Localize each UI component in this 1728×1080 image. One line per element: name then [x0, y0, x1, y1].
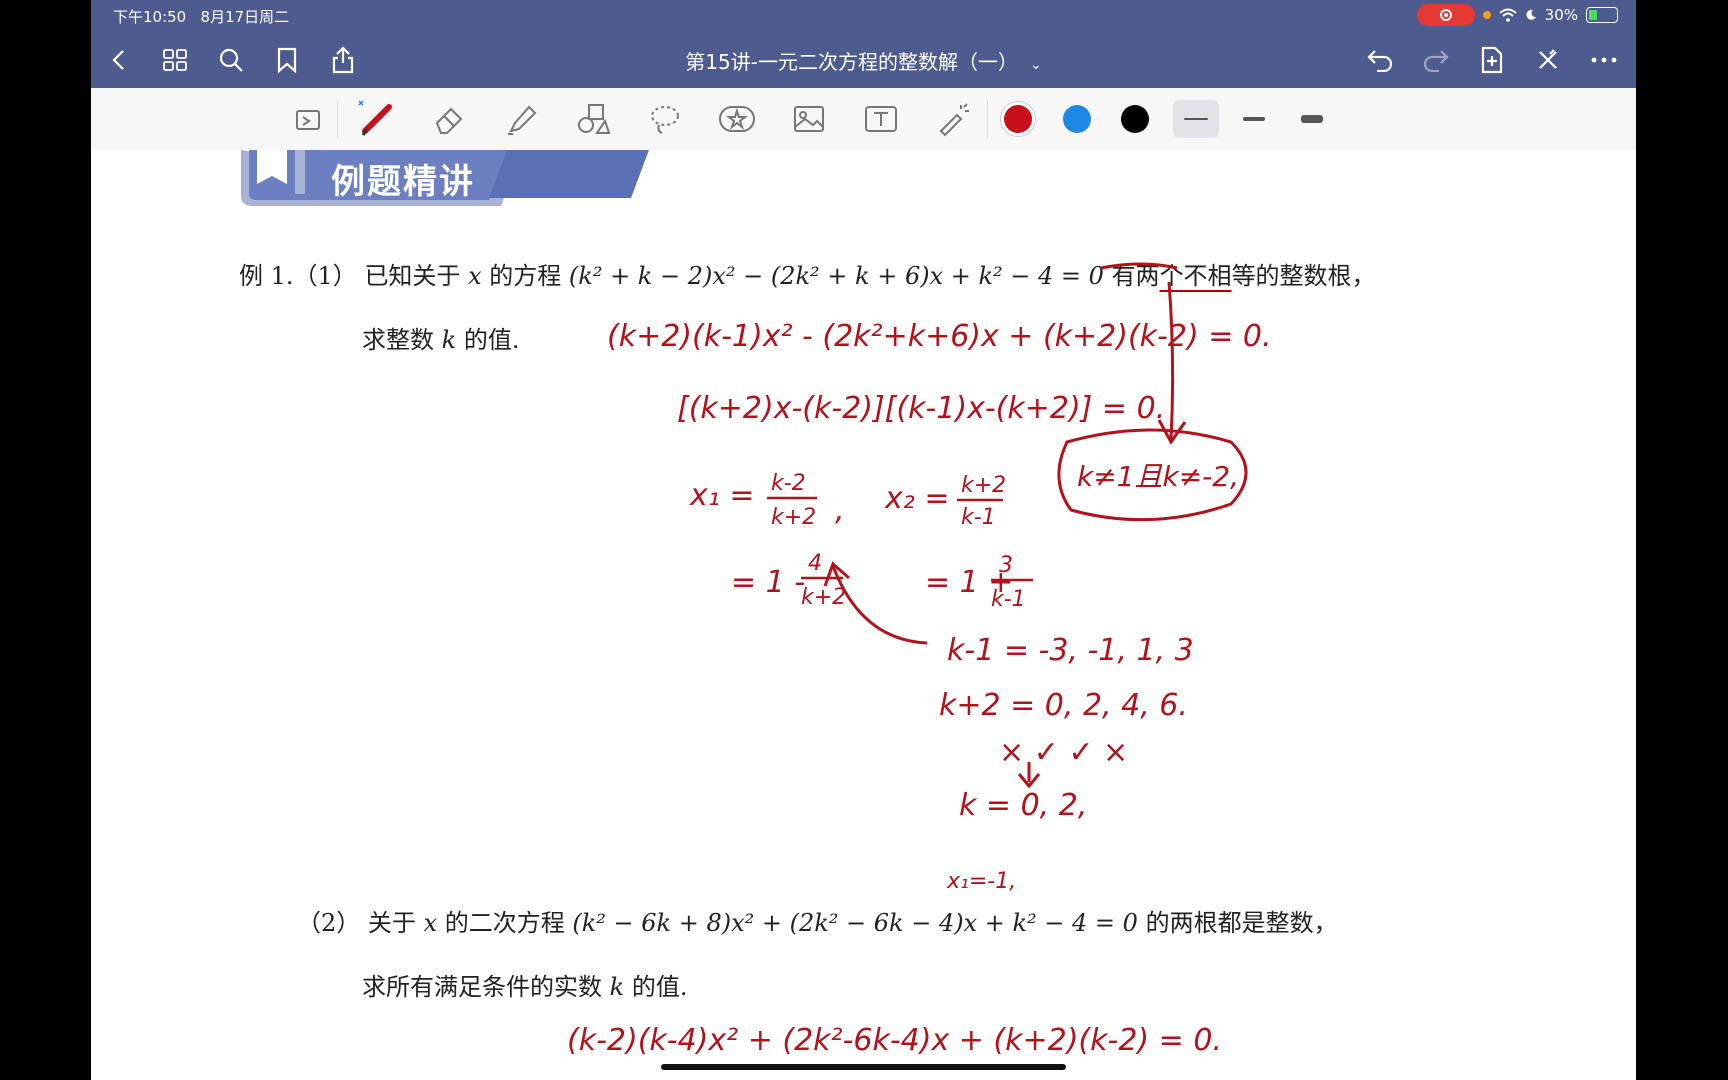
stroke-thick-button[interactable] — [1289, 100, 1335, 138]
moon-icon — [1526, 9, 1536, 20]
stroke-thin-button[interactable] — [1173, 100, 1219, 138]
redo-icon[interactable] — [1420, 44, 1452, 76]
lasso-tool-icon[interactable] — [643, 98, 687, 140]
ink-x2-lhs: x₂ = — [884, 481, 949, 516]
annotation-toolbar — [91, 88, 1636, 151]
stroke-medium-preview — [1243, 117, 1265, 121]
status-indicators: 30% — [1416, 4, 1618, 26]
ink-k-minus-1: k-1 = -3, -1, 1, 3 — [947, 633, 1194, 668]
stroke-thin-preview — [1184, 118, 1208, 120]
ink-q2-line: (k-2)(k-4)x² + (2k²-6k-4)x + (k+2)(k-2) … — [567, 1023, 1222, 1058]
undo-icon[interactable] — [1364, 44, 1396, 76]
wifi-icon — [1498, 8, 1517, 22]
ink-x1-value: x₁=-1, — [946, 869, 1016, 894]
ink-condition-text: k≠1且k≠-2, — [1077, 460, 1239, 493]
screen-recording-indicator[interactable] — [1416, 4, 1475, 26]
status-time: 下午10:50 8月17日周二 — [113, 6, 289, 27]
color-swatch-blue[interactable] — [1063, 105, 1091, 133]
text-tool-icon[interactable] — [859, 98, 903, 140]
stroke-thick-preview — [1301, 115, 1323, 123]
ink-comma: , — [835, 493, 845, 528]
toolbar-divider — [987, 100, 988, 138]
ink-check-marks: × ✓ ✓ × — [999, 735, 1128, 770]
color-swatch-red[interactable] — [1004, 105, 1032, 133]
toolbar-divider — [337, 100, 338, 138]
ink-line-2: [(k+2)x-(k-2)][(k-1)x-(k+2)] = 0. — [677, 391, 1165, 426]
document-title-text: 第15讲-一元二次方程的整数解（一） — [685, 50, 1018, 74]
close-pen-icon[interactable] — [1532, 44, 1564, 76]
ink-k-plus-2: k+2 = 0, 2, 4, 6. — [939, 688, 1188, 723]
shapes-tool-icon[interactable] — [571, 98, 615, 140]
more-icon[interactable] — [1588, 44, 1620, 76]
home-indicator[interactable] — [661, 1064, 1066, 1070]
date: 8月17日周二 — [200, 8, 290, 26]
color-swatch-black[interactable] — [1121, 105, 1149, 133]
ink-x2-rw-denominator: k-1 — [991, 587, 1026, 612]
ink-x2-numerator: k+2 — [961, 473, 1006, 498]
ink-underline-stroke — [1100, 262, 1178, 270]
eraser-tool-icon[interactable] — [427, 98, 471, 140]
battery-fill — [1589, 10, 1597, 20]
ink-k-values: k = 0, 2, — [959, 788, 1087, 823]
image-tool-icon[interactable] — [787, 98, 831, 140]
read-mode-icon[interactable] — [286, 98, 330, 140]
add-page-icon[interactable] — [1476, 44, 1508, 76]
mic-in-use-dot — [1482, 11, 1491, 19]
ink-x2-rw-numerator: 3 — [999, 553, 1013, 578]
pen-tool-icon[interactable] — [355, 98, 399, 140]
top-bar: 下午10:50 8月17日周二 30% 第15讲-一元二次方程的整数解（一） ⌄ — [91, 0, 1636, 88]
laser-pointer-icon[interactable] — [931, 98, 975, 140]
app-screen: 下午10:50 8月17日周二 30% 第15讲-一元二次方程的整数解（一） ⌄ — [91, 0, 1636, 1080]
sticker-tool-icon[interactable] — [715, 98, 759, 140]
chevron-down-icon[interactable]: ⌄ — [1030, 57, 1042, 73]
highlighter-tool-icon[interactable] — [499, 98, 543, 140]
ink-down-arrow-shaft — [1167, 281, 1175, 441]
ink-x1-numerator: k-2 — [771, 471, 806, 496]
clock: 下午10:50 — [113, 8, 187, 26]
battery-percent: 30% — [1544, 6, 1578, 24]
ink-x1-lhs: x₁ = — [689, 478, 754, 513]
document-title[interactable]: 第15讲-一元二次方程的整数解（一） ⌄ — [91, 46, 1636, 75]
ink-x1-denominator: k+2 — [771, 505, 816, 530]
ink-x1-rw-numerator: 4 — [808, 551, 822, 576]
ink-x2-denominator: k-1 — [961, 505, 996, 530]
ink-x1-rw-denominator: k+2 — [801, 585, 846, 610]
ink-x1-rewrite: = 1 - — [731, 565, 805, 600]
stroke-medium-button[interactable] — [1231, 100, 1277, 138]
handwriting-layer: (k+2)(k-1)x² - (2k²+k+6)x + (k+2)(k-2) =… — [567, 262, 1272, 1058]
battery-icon — [1586, 7, 1618, 23]
record-icon — [1439, 9, 1452, 21]
